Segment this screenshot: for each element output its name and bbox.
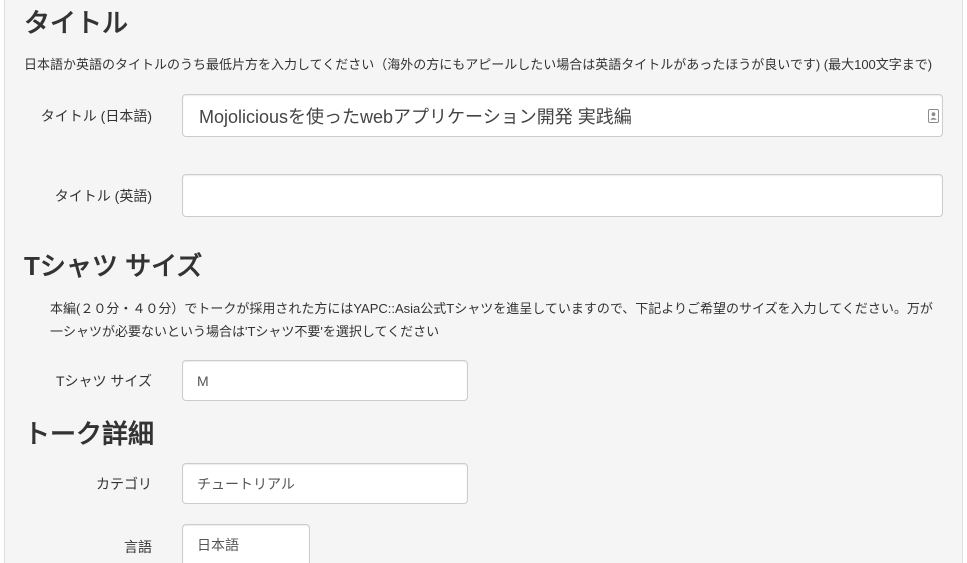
title-section-description: 日本語か英語のタイトルのうち最低片方を入力してください（海外の方にもアピールした… bbox=[24, 55, 954, 75]
tshirt-section-heading: Tシャツ サイズ bbox=[24, 251, 203, 281]
tshirt-size-input[interactable] bbox=[182, 360, 468, 401]
title-en-field bbox=[182, 174, 943, 217]
category-field bbox=[182, 463, 468, 504]
talk-details-heading: トーク詳細 bbox=[24, 419, 155, 449]
tshirt-section-description: 本編(２０分・４０分）でトークが採用された方にはYAPC::Asia公式Tシャツ… bbox=[50, 297, 955, 343]
title-en-label: タイトル (英語) bbox=[54, 188, 152, 204]
title-en-input[interactable] bbox=[182, 174, 943, 217]
category-label: カテゴリ bbox=[96, 476, 152, 492]
language-label: 言語 bbox=[124, 539, 152, 555]
title-section-heading: タイトル bbox=[24, 8, 129, 38]
language-input[interactable] bbox=[182, 524, 310, 563]
title-ja-input[interactable] bbox=[182, 94, 943, 137]
title-ja-label: タイトル (日本語) bbox=[40, 108, 152, 124]
language-field bbox=[182, 524, 310, 563]
title-ja-field bbox=[182, 94, 943, 137]
contacts-autofill-icon[interactable] bbox=[928, 109, 939, 123]
proposal-form-page: タイトル 日本語か英語のタイトルのうち最低片方を入力してください（海外の方にもア… bbox=[0, 0, 967, 563]
title-description-text: 日本語か英語のタイトルのうち最低片方を入力してください（海外の方にもアピールした… bbox=[24, 57, 933, 72]
tshirt-description-line: 一シャツが必要ないという場合は'Tシャツ不要'を選択してください bbox=[50, 324, 440, 339]
tshirt-description-line: 本編(２０分・４０分）でトークが採用された方にはYAPC::Asia公式Tシャツ… bbox=[50, 301, 933, 316]
tshirt-size-label: Tシャツ サイズ bbox=[55, 373, 152, 389]
category-input[interactable] bbox=[182, 463, 468, 504]
tshirt-size-field bbox=[182, 360, 468, 401]
